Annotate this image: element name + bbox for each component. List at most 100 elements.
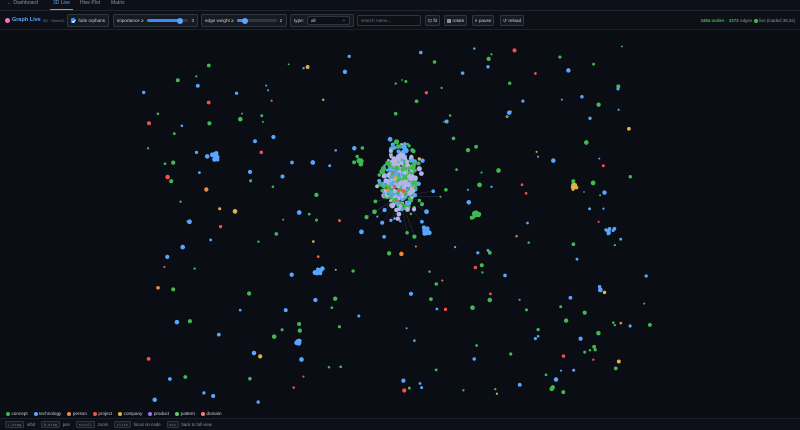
tab-3d-live[interactable]: 3D Live [50,0,73,10]
edge-weight-slider[interactable] [236,17,277,24]
graph-node[interactable] [387,165,391,169]
graph-node[interactable] [337,325,341,329]
graph-node[interactable] [359,229,364,235]
graph-node[interactable] [489,292,492,296]
graph-node[interactable] [358,160,363,165]
graph-node[interactable] [187,219,192,225]
graph-node[interactable] [280,174,285,179]
graph-node[interactable] [261,120,264,123]
graph-node[interactable] [179,200,182,203]
graph-node[interactable] [627,126,631,131]
graph-node[interactable] [619,237,623,241]
fit-button[interactable]: ⊡ fit [425,15,440,26]
graph-node[interactable] [606,229,611,233]
graph-node[interactable] [412,234,417,239]
graph-node[interactable] [333,296,338,301]
graph-node[interactable] [408,176,413,181]
graph-node[interactable] [395,201,399,206]
graph-node[interactable] [382,193,385,196]
graph-node[interactable] [395,165,399,169]
graph-node[interactable] [563,318,569,323]
graph-node[interactable] [213,154,218,158]
graph-node[interactable] [390,159,396,164]
graph-node[interactable] [413,339,416,342]
graph-node[interactable] [617,108,620,111]
tab-dashboard[interactable]: ← Dashboard [4,0,41,10]
graph-node[interactable] [271,134,276,140]
graph-node[interactable] [421,225,426,230]
graph-node[interactable] [580,95,584,99]
graph-node[interactable] [385,160,389,164]
graph-node[interactable] [439,195,442,198]
graph-node[interactable] [187,319,192,324]
graph-node[interactable] [180,124,184,128]
graph-node[interactable] [434,282,439,286]
graph-node[interactable] [271,334,277,339]
graph-node[interactable] [394,171,399,176]
graph-node[interactable] [592,358,595,361]
edge-weight-slider-thumb[interactable] [241,17,248,24]
graph-node[interactable] [583,140,589,145]
graph-node[interactable] [183,375,188,379]
graph-node[interactable] [583,191,585,193]
graph-node[interactable] [399,220,402,223]
graph-node[interactable] [313,297,318,303]
graph-node[interactable] [551,158,556,163]
graph-node[interactable] [451,136,456,141]
graph-node[interactable] [405,327,408,330]
graph-node[interactable] [412,175,418,181]
graph-node[interactable] [553,377,559,382]
graph-node[interactable] [588,207,592,211]
graph-node[interactable] [473,214,477,218]
graph-node[interactable] [305,65,310,69]
graph-node[interactable] [417,157,421,161]
graph-node[interactable] [533,337,537,341]
graph-node[interactable] [410,164,416,171]
graph-node[interactable] [392,180,396,183]
graph-node[interactable] [616,87,620,91]
graph-node[interactable] [572,368,576,372]
rotate-button[interactable]: rotate [444,15,468,26]
graph-node[interactable] [526,221,529,225]
graph-node[interactable] [512,48,517,53]
graph-node[interactable] [525,308,528,312]
graph-node[interactable] [412,180,417,185]
graph-node[interactable] [218,224,223,229]
graph-node[interactable] [486,56,491,62]
graph-node[interactable] [265,84,268,87]
graph-node[interactable] [613,366,618,371]
graph-node[interactable] [534,72,537,75]
graph-node[interactable] [351,269,355,273]
graph-node[interactable] [401,79,404,81]
graph-node[interactable] [260,114,264,118]
graph-canvas[interactable] [0,31,800,411]
graph-node[interactable] [398,193,401,197]
graph-node[interactable] [392,188,397,194]
graph-node[interactable] [391,175,395,179]
graph-node[interactable] [388,149,393,153]
graph-node[interactable] [596,102,601,107]
graph-node[interactable] [394,82,397,85]
graph-node[interactable] [271,185,275,189]
graph-node[interactable] [393,146,397,150]
graph-node[interactable] [385,168,389,172]
graph-node[interactable] [420,158,425,163]
graph-node[interactable] [377,173,382,177]
graph-node[interactable] [146,147,150,150]
graph-node[interactable] [503,273,507,278]
graph-node[interactable] [561,354,566,358]
graph-node[interactable] [372,209,377,215]
graph-node[interactable] [524,191,528,195]
graph-node[interactable] [408,291,414,296]
graph-node[interactable] [619,321,623,325]
graph-node[interactable] [172,132,176,136]
graph-node[interactable] [342,69,348,74]
graph-node[interactable] [403,197,407,200]
graph-node[interactable] [394,176,398,180]
graph-node[interactable] [392,192,396,196]
graph-node[interactable] [592,344,596,349]
graph-node[interactable] [171,160,176,165]
graph-node[interactable] [334,268,337,271]
graph-node[interactable] [253,139,257,144]
graph-node[interactable] [322,98,325,101]
